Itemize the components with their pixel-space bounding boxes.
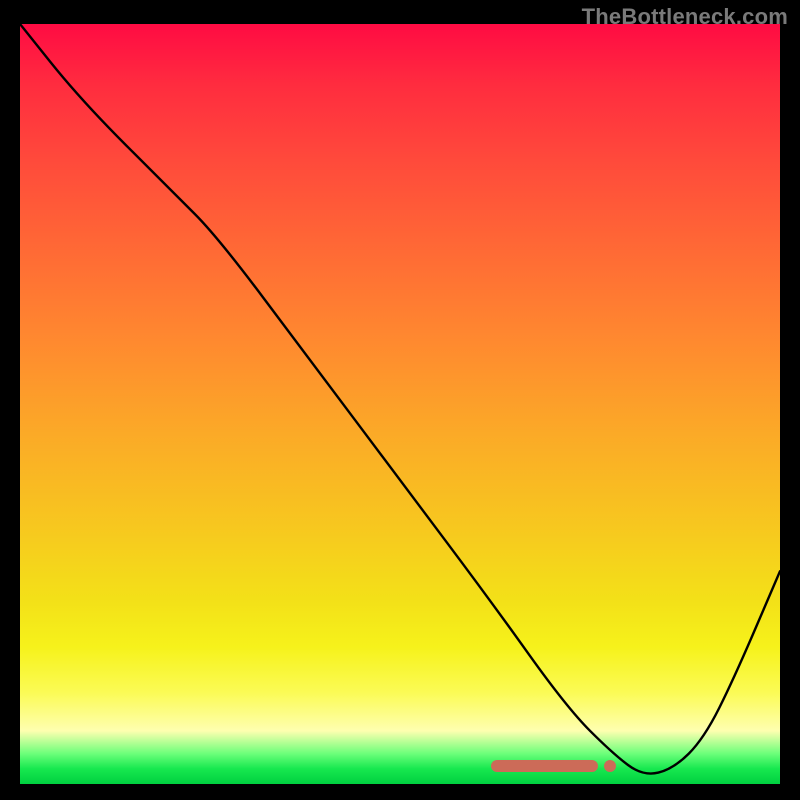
chart-stage: TheBottleneck.com [0,0,800,800]
optimal-marker-dot [604,760,616,772]
optimal-marker [491,760,597,772]
plot-area [20,24,780,784]
bottleneck-curve [20,24,780,774]
watermark-text: TheBottleneck.com [582,4,788,30]
curve-svg [20,24,780,784]
